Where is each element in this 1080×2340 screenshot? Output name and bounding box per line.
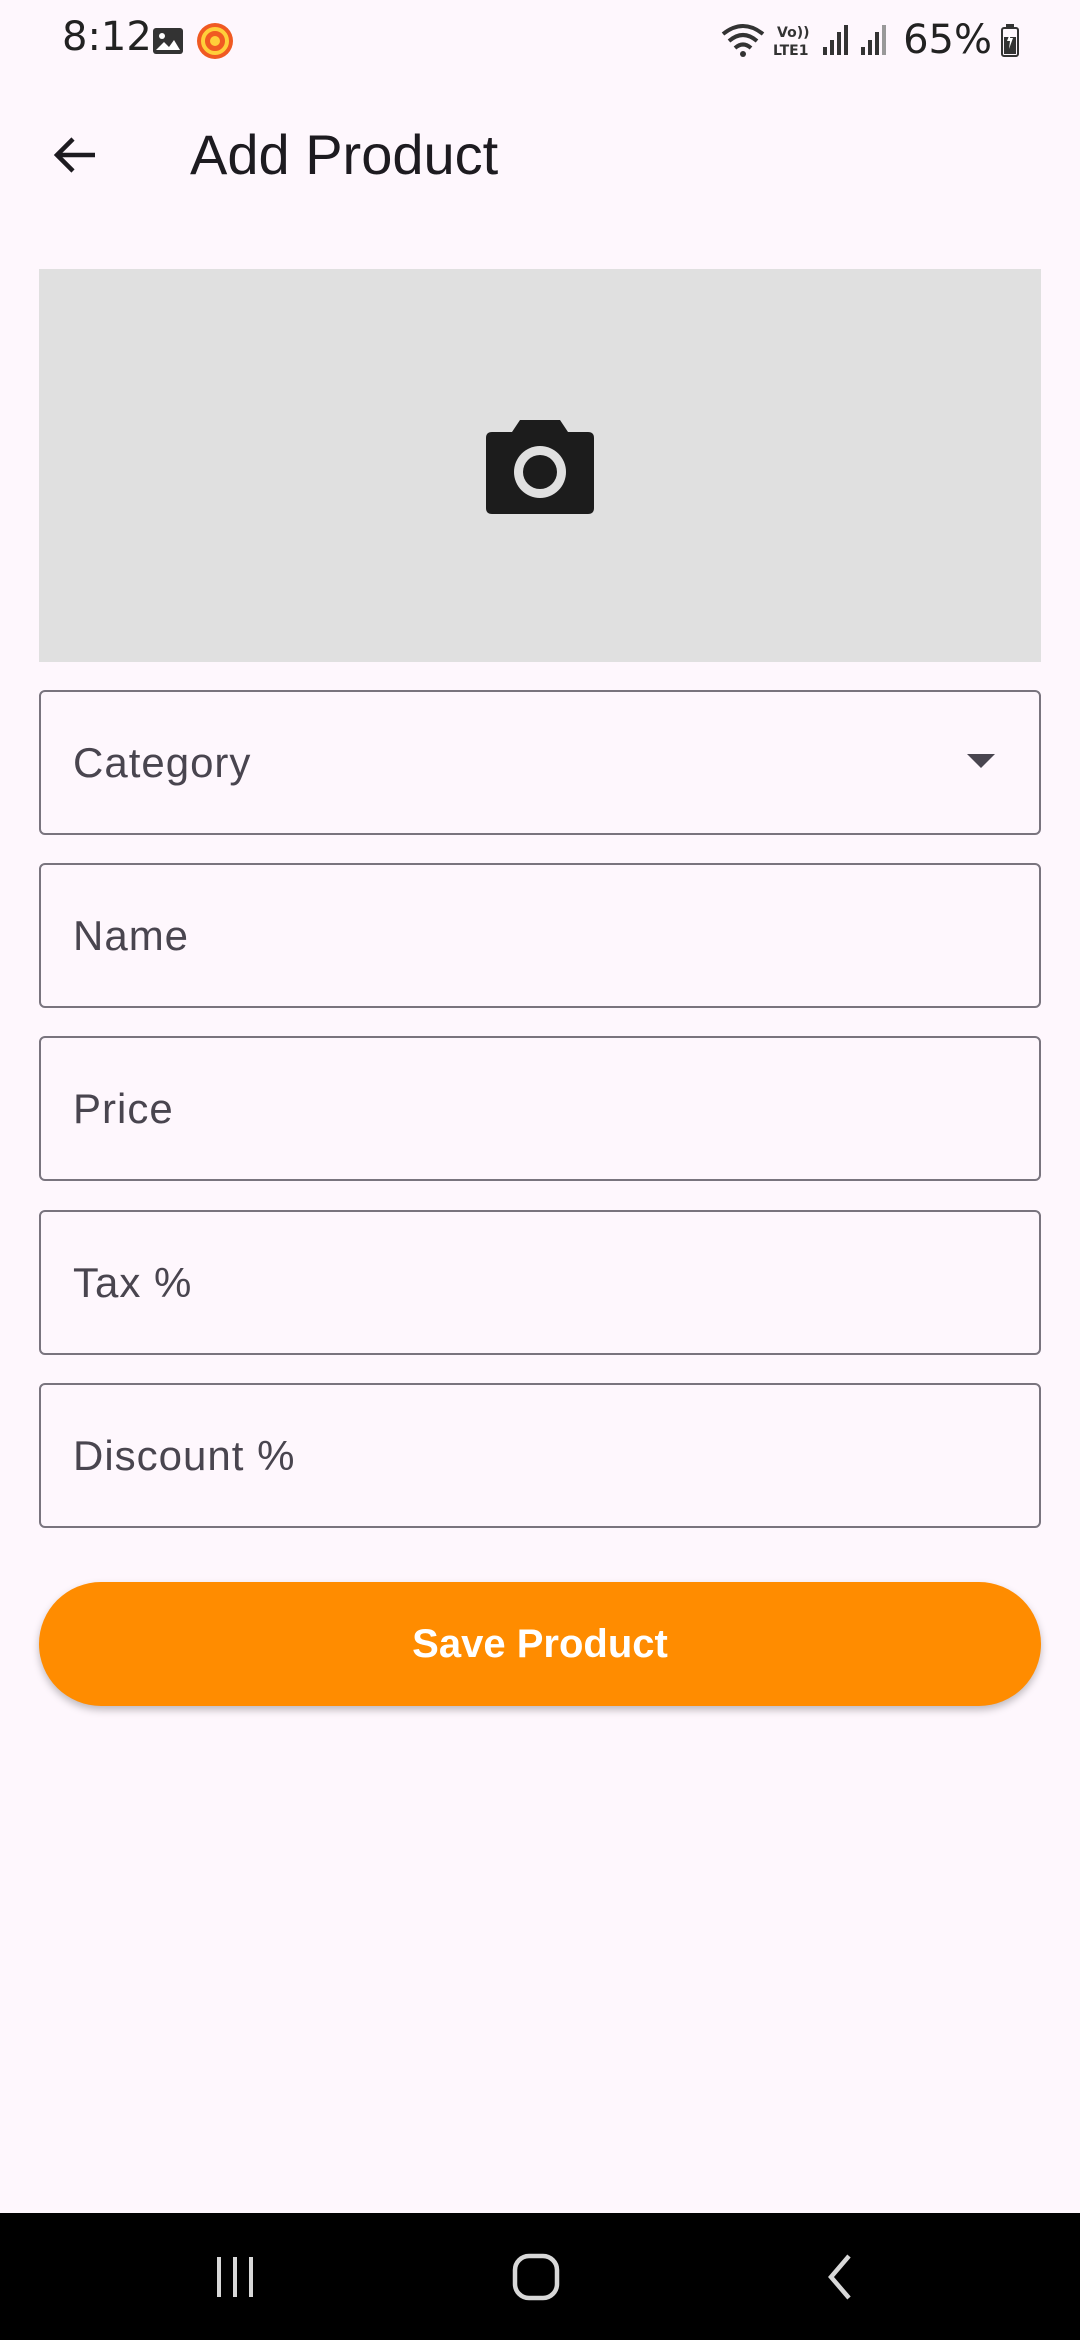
price-field[interactable]: Price	[39, 1036, 1041, 1181]
home-button[interactable]	[456, 2213, 616, 2340]
image-picker[interactable]	[39, 269, 1041, 662]
svg-text:Vo)): Vo))	[777, 25, 809, 41]
battery-level: 65%	[903, 17, 992, 63]
app-notification-icon	[197, 23, 233, 59]
name-label: Name	[73, 912, 190, 959]
nav-back-icon	[828, 2254, 851, 2299]
save-product-button[interactable]: Save Product	[39, 1582, 1041, 1706]
signal-icon-1	[823, 25, 849, 55]
nav-back-button[interactable]	[760, 2213, 920, 2340]
discount-field[interactable]: Discount %	[39, 1383, 1041, 1528]
navigation-bar	[0, 2213, 1080, 2340]
arrow-back-icon	[53, 137, 95, 173]
category-dropdown[interactable]: Category	[39, 690, 1041, 835]
recents-icon	[217, 2256, 253, 2297]
wifi-icon	[721, 24, 765, 57]
home-icon	[512, 2253, 560, 2300]
page-title: Add Product	[190, 123, 499, 186]
discount-label: Discount %	[73, 1432, 296, 1479]
price-label: Price	[73, 1085, 174, 1132]
recents-button[interactable]	[155, 2213, 315, 2340]
back-button[interactable]	[40, 115, 110, 195]
signal-icon-2	[861, 25, 887, 55]
dropdown-arrow-icon	[967, 754, 995, 768]
svg-text:LTE1: LTE1	[773, 43, 808, 58]
category-label: Category	[73, 739, 252, 786]
name-field[interactable]: Name	[39, 863, 1041, 1008]
status-time: 8:12	[62, 14, 152, 60]
tax-field[interactable]: Tax %	[39, 1210, 1041, 1355]
gallery-notification-icon	[153, 28, 183, 54]
battery-icon	[1001, 24, 1019, 57]
status-bar: 8:12 Vo)) LTE1 65%	[0, 0, 1080, 80]
tax-label: Tax %	[73, 1259, 193, 1306]
camera-icon	[486, 419, 594, 514]
volte-icon: Vo)) LTE1	[773, 25, 809, 58]
app-bar: Add Product	[0, 80, 1080, 230]
